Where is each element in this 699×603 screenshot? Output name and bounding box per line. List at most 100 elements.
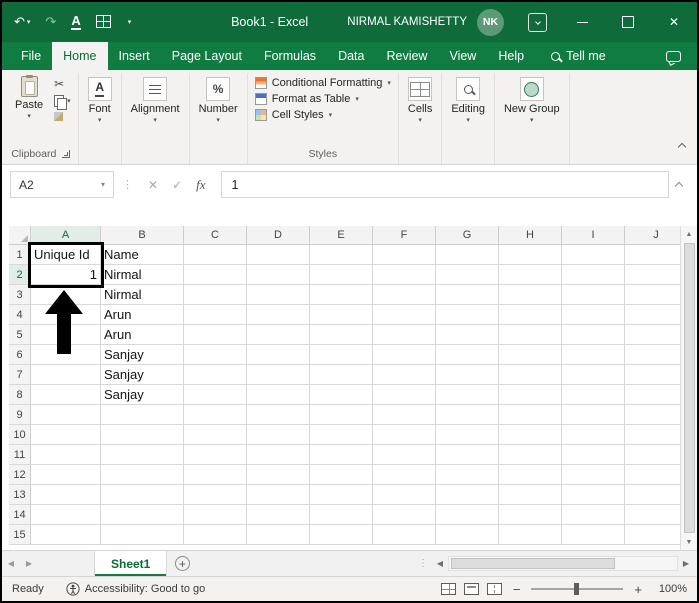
cell-J12[interactable] — [625, 465, 680, 485]
row-header-10[interactable]: 10 — [9, 425, 31, 445]
column-header-F[interactable]: F — [373, 226, 436, 245]
cell-C7[interactable] — [184, 365, 247, 385]
cell-D3[interactable] — [247, 285, 310, 305]
cell-B1[interactable]: Name — [101, 245, 184, 265]
collapse-ribbon-button[interactable] — [677, 137, 687, 155]
cell-C9[interactable] — [184, 405, 247, 425]
cell-J3[interactable] — [625, 285, 680, 305]
accessibility-status[interactable]: Accessibility: Good to go — [66, 582, 205, 596]
cell-E9[interactable] — [310, 405, 373, 425]
cell-C5[interactable] — [184, 325, 247, 345]
cell-J1[interactable] — [625, 245, 680, 265]
cell-G8[interactable] — [436, 385, 499, 405]
cell-I9[interactable] — [562, 405, 625, 425]
cell-F4[interactable] — [373, 305, 436, 325]
cell-F14[interactable] — [373, 505, 436, 525]
cell-D12[interactable] — [247, 465, 310, 485]
cell-H4[interactable] — [499, 305, 562, 325]
column-header-I[interactable]: I — [562, 226, 625, 245]
scroll-right-icon[interactable]: ▶ — [678, 559, 694, 568]
cell-E7[interactable] — [310, 365, 373, 385]
cell-H12[interactable] — [499, 465, 562, 485]
column-header-A[interactable]: A — [31, 226, 101, 245]
cell-I2[interactable] — [562, 265, 625, 285]
cell-C10[interactable] — [184, 425, 247, 445]
cell-B5[interactable]: Arun — [101, 325, 184, 345]
cell-J13[interactable] — [625, 485, 680, 505]
underline-button[interactable]: A — [71, 13, 81, 31]
cell-B2[interactable]: Nirmal — [101, 265, 184, 285]
cell-A6[interactable] — [31, 345, 101, 365]
cell-G9[interactable] — [436, 405, 499, 425]
cell-J10[interactable] — [625, 425, 680, 445]
cell-E5[interactable] — [310, 325, 373, 345]
row-header-8[interactable]: 8 — [9, 385, 31, 405]
cell-A7[interactable] — [31, 365, 101, 385]
font-dropdown-button[interactable]: A Font ▾ — [86, 74, 114, 127]
cell-F12[interactable] — [373, 465, 436, 485]
formula-input[interactable]: 1 — [220, 171, 669, 198]
scroll-up-icon[interactable]: ▲ — [681, 226, 697, 242]
cell-F8[interactable] — [373, 385, 436, 405]
vertical-scrollbar[interactable]: ▲ ▼ — [680, 226, 697, 550]
cell-F3[interactable] — [373, 285, 436, 305]
cell-A4[interactable] — [31, 305, 101, 325]
cell-J9[interactable] — [625, 405, 680, 425]
cell-A11[interactable] — [31, 445, 101, 465]
cell-I4[interactable] — [562, 305, 625, 325]
cell-C11[interactable] — [184, 445, 247, 465]
cell-J7[interactable] — [625, 365, 680, 385]
cell-D4[interactable] — [247, 305, 310, 325]
cell-I6[interactable] — [562, 345, 625, 365]
cell-D5[interactable] — [247, 325, 310, 345]
undo-button[interactable]: ↶ ▾ — [14, 14, 30, 30]
cell-H15[interactable] — [499, 525, 562, 545]
cell-B14[interactable] — [101, 505, 184, 525]
tab-help[interactable]: Help — [487, 42, 535, 70]
redo-button[interactable]: ↷ — [45, 14, 56, 30]
cell-F13[interactable] — [373, 485, 436, 505]
cell-J4[interactable] — [625, 305, 680, 325]
cell-D13[interactable] — [247, 485, 310, 505]
ribbon-display-options-icon[interactable] — [528, 12, 547, 32]
cell-H11[interactable] — [499, 445, 562, 465]
cell-B15[interactable] — [101, 525, 184, 545]
cell-A5[interactable] — [31, 325, 101, 345]
cell-A13[interactable] — [31, 485, 101, 505]
close-button[interactable]: ✕ — [651, 2, 697, 42]
horizontal-scrollbar[interactable]: ◀ ▶ — [432, 551, 697, 576]
cell-E2[interactable] — [310, 265, 373, 285]
number-dropdown-button[interactable]: % Number ▾ — [197, 74, 240, 127]
cell-J5[interactable] — [625, 325, 680, 345]
cell-B10[interactable] — [101, 425, 184, 445]
cell-F7[interactable] — [373, 365, 436, 385]
tab-review[interactable]: Review — [375, 42, 438, 70]
cell-J15[interactable] — [625, 525, 680, 545]
cell-B7[interactable]: Sanjay — [101, 365, 184, 385]
row-header-9[interactable]: 9 — [9, 405, 31, 425]
user-name[interactable]: NIRMAL KAMISHETTY — [347, 16, 467, 28]
cell-F15[interactable] — [373, 525, 436, 545]
cell-G13[interactable] — [436, 485, 499, 505]
prev-sheet-icon[interactable]: ◀ — [2, 551, 20, 576]
cell-I3[interactable] — [562, 285, 625, 305]
cell-D14[interactable] — [247, 505, 310, 525]
expand-formula-bar-button[interactable] — [674, 176, 684, 194]
row-header-3[interactable]: 3 — [9, 285, 31, 305]
cell-B6[interactable]: Sanjay — [101, 345, 184, 365]
row-header-6[interactable]: 6 — [9, 345, 31, 365]
cell-G5[interactable] — [436, 325, 499, 345]
row-header-4[interactable]: 4 — [9, 305, 31, 325]
vertical-scroll-thumb[interactable] — [683, 243, 695, 533]
zoom-slider[interactable] — [531, 582, 624, 596]
cell-G4[interactable] — [436, 305, 499, 325]
scroll-down-icon[interactable]: ▼ — [681, 534, 697, 550]
cell-H13[interactable] — [499, 485, 562, 505]
cell-C4[interactable] — [184, 305, 247, 325]
cell-E4[interactable] — [310, 305, 373, 325]
cell-C13[interactable] — [184, 485, 247, 505]
column-header-B[interactable]: B — [101, 226, 184, 245]
cell-G12[interactable] — [436, 465, 499, 485]
cell-H14[interactable] — [499, 505, 562, 525]
cell-B4[interactable]: Arun — [101, 305, 184, 325]
